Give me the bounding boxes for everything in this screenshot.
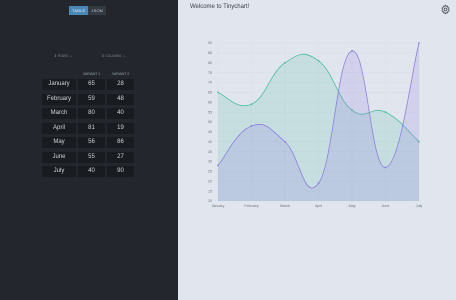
series-2-point bbox=[317, 182, 320, 185]
value-cell[interactable]: 28 bbox=[107, 79, 134, 90]
y-tick-label: 90 bbox=[208, 41, 212, 45]
series-2-point bbox=[351, 50, 353, 52]
value-cell[interactable]: 90 bbox=[107, 166, 134, 177]
x-tick-label: January bbox=[212, 204, 225, 208]
y-tick-label: 65 bbox=[208, 91, 212, 95]
y-tick-label: 10 bbox=[208, 199, 212, 203]
value-cell[interactable]: 40 bbox=[78, 166, 105, 177]
value-cell[interactable]: 80 bbox=[78, 108, 105, 119]
y-tick-label: 60 bbox=[208, 100, 212, 104]
series-1-point bbox=[217, 91, 219, 94]
x-tick-label: June bbox=[382, 204, 390, 208]
y-tick-label: 70 bbox=[208, 81, 212, 85]
month-cell[interactable]: February bbox=[42, 93, 76, 105]
arrows-icon: ⇔ bbox=[122, 54, 126, 58]
y-tick-label: 55 bbox=[208, 110, 212, 114]
value-cell[interactable]: 27 bbox=[107, 151, 134, 163]
month-cell[interactable]: June bbox=[42, 151, 76, 163]
y-tick-label: 85 bbox=[208, 51, 212, 55]
table-view-button[interactable]: TABLE bbox=[69, 6, 89, 15]
table-row: January 65 28 bbox=[42, 79, 136, 90]
y-tick-label: 35 bbox=[208, 150, 212, 154]
table-row: June 55 27 bbox=[42, 151, 136, 163]
x-tick-label: July bbox=[416, 204, 423, 208]
data-table: VARIANT 1 VARIANT 2 January 65 28 February 5… bbox=[42, 70, 136, 181]
x-tick-label: March bbox=[280, 204, 290, 208]
table-row: March 80 40 bbox=[42, 108, 136, 119]
series-2-point bbox=[250, 125, 253, 127]
y-tick-label: 40 bbox=[208, 140, 212, 144]
line-chart: 90 85 80 75 70 65 60 55 50 45 40 35 30 25 20 15 10Januar… bbox=[208, 41, 423, 208]
x-tick-label: April bbox=[315, 204, 322, 208]
table-controls: ⇕ ROWS ⇔ ⇕ COLUMNS ⇔ bbox=[54, 53, 126, 59]
gear-icon[interactable] bbox=[440, 4, 451, 15]
chart-panel: Welcome to Tinychart! 90 85 80 75 70 65 60 55 50… bbox=[178, 0, 456, 300]
series-2-point bbox=[217, 164, 219, 167]
header-blank bbox=[42, 70, 76, 79]
series-2-point bbox=[284, 140, 286, 143]
x-tick-label: May bbox=[349, 204, 356, 208]
y-tick-label: 25 bbox=[208, 170, 212, 174]
value-cell[interactable]: 59 bbox=[78, 93, 105, 105]
rows-label: ROWS bbox=[58, 54, 68, 58]
view-toggle: TABLE JSON bbox=[69, 6, 106, 15]
series-2-point bbox=[418, 42, 420, 44]
month-cell[interactable]: July bbox=[42, 166, 76, 177]
month-cell[interactable]: March bbox=[42, 108, 76, 119]
columns-label: COLUMNS bbox=[105, 54, 122, 58]
month-cell[interactable]: April bbox=[42, 122, 76, 134]
value-cell[interactable]: 48 bbox=[107, 93, 134, 105]
rows-control[interactable]: ⇕ ROWS ⇔ bbox=[54, 53, 73, 59]
series-1-point bbox=[284, 61, 286, 64]
series-1-point bbox=[250, 103, 253, 106]
value-cell[interactable]: 81 bbox=[78, 122, 105, 134]
value-cell[interactable]: 65 bbox=[78, 79, 105, 90]
value-cell[interactable]: 86 bbox=[107, 137, 134, 148]
table-row: April 81 19 bbox=[42, 122, 136, 134]
table-header: VARIANT 1 VARIANT 2 bbox=[42, 70, 136, 79]
arrows-icon: ⇔ bbox=[68, 54, 73, 58]
month-cell[interactable]: January bbox=[42, 79, 76, 90]
series-2-point bbox=[384, 166, 387, 169]
arrows-icon: ⇕ bbox=[101, 54, 105, 58]
value-cell[interactable]: 56 bbox=[78, 137, 105, 148]
table-row: February 59 48 bbox=[42, 93, 136, 105]
series-1-point bbox=[384, 111, 387, 114]
arrows-icon: ⇕ bbox=[54, 54, 58, 58]
x-tick-label: February bbox=[244, 204, 259, 208]
y-tick-label: 45 bbox=[208, 130, 212, 134]
y-tick-label: 20 bbox=[208, 179, 212, 183]
value-cell[interactable]: 40 bbox=[107, 108, 134, 119]
table-row: May 56 86 bbox=[42, 137, 136, 148]
y-tick-label: 80 bbox=[208, 61, 212, 65]
columns-control[interactable]: ⇕ COLUMNS ⇔ bbox=[101, 53, 126, 59]
y-tick-label: 30 bbox=[208, 160, 212, 164]
json-view-button[interactable]: JSON bbox=[88, 6, 106, 15]
month-cell[interactable]: May bbox=[42, 137, 76, 148]
y-tick-label: 50 bbox=[208, 120, 212, 124]
header-variant-2: VARIANT 2 bbox=[111, 72, 130, 76]
data-panel: TABLE JSON ⇕ ROWS ⇔ ⇕ COLUMNS ⇔ VARIANT … bbox=[0, 0, 178, 300]
table-body: January 65 28 February 59 48 March 80 40 April 81 1… bbox=[42, 79, 136, 177]
value-cell[interactable]: 55 bbox=[78, 151, 105, 163]
y-tick-label: 75 bbox=[208, 71, 212, 75]
header-variant-1: VARIANT 1 bbox=[82, 72, 101, 76]
y-tick-label: 15 bbox=[208, 189, 212, 193]
table-row: July 40 90 bbox=[42, 166, 136, 177]
series-1-point bbox=[317, 59, 320, 62]
value-cell[interactable]: 19 bbox=[107, 122, 134, 134]
welcome-text: Welcome to Tinychart! bbox=[190, 4, 250, 10]
